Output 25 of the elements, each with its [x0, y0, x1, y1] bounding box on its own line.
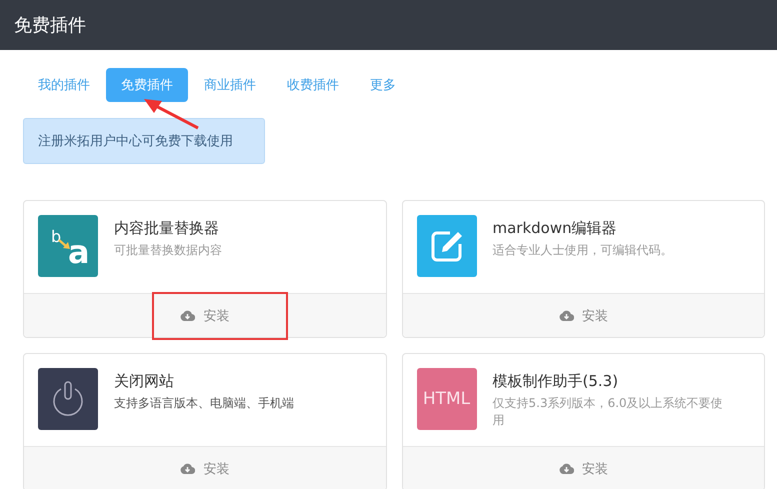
plugin-icon: b a [38, 215, 98, 277]
tab[interactable]: 我的插件 [23, 68, 105, 102]
install-button[interactable]: 安装 [172, 300, 238, 330]
tab[interactable]: 免费插件 [106, 68, 188, 102]
cloud-download-icon [558, 463, 574, 474]
plugin-icon: HTML [416, 368, 476, 430]
install-button[interactable]: 安装 [550, 300, 616, 330]
plugin-name: markdown编辑器 [492, 219, 618, 238]
tab[interactable]: 收费插件 [272, 68, 354, 102]
plugin-name: 关闭网站 [114, 372, 175, 391]
cloud-download-icon [558, 310, 574, 321]
plugin-name: 内容批量替换器 [114, 219, 220, 238]
install-button[interactable]: 安装 [172, 454, 238, 484]
plugin-description: 仅支持5.3系列版本，6.0及以上系统不要使用 [492, 395, 724, 429]
cloud-download-icon [180, 310, 196, 321]
plugin-description: 支持多语言版本、电脑端、手机端 [114, 395, 295, 412]
install-button[interactable]: 安装 [550, 454, 616, 484]
plugin-description: 适合专业人士使用，可编辑代码。 [492, 242, 674, 259]
plugin-name: 模板制作助手(5.3) [492, 372, 620, 391]
plugin-description: 可批量替换数据内容 [114, 242, 223, 259]
tab[interactable]: 商业插件 [189, 68, 271, 102]
notice-banner: 注册米拓用户中心可免费下载使用 [23, 118, 265, 164]
page-title: 免费插件 [14, 14, 86, 37]
tab[interactable]: 更多 [355, 68, 411, 102]
cloud-download-icon [180, 463, 196, 474]
